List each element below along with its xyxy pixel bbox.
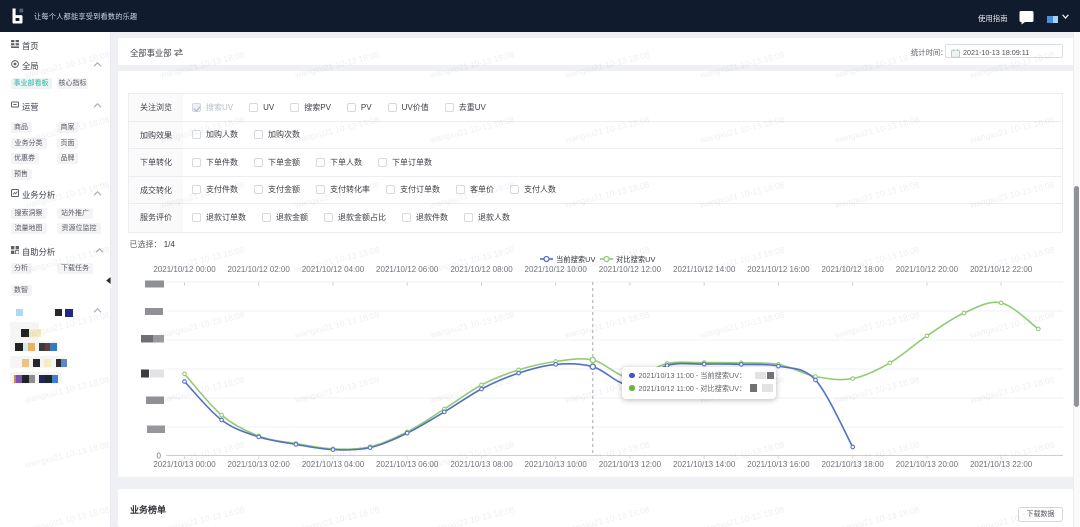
svg-text:2021/10/12 00:00: 2021/10/12 00:00 xyxy=(153,265,216,274)
svg-text:2021/10/13 16:00: 2021/10/13 16:00 xyxy=(747,460,810,469)
svg-text:2021/10/12 18:00: 2021/10/12 18:00 xyxy=(822,265,885,274)
svg-text:2021/10/12 10:00: 2021/10/12 10:00 xyxy=(525,265,588,274)
svg-text:2021/10/12 14:00: 2021/10/12 14:00 xyxy=(673,265,736,274)
svg-text:2021/10/13 00:00: 2021/10/13 00:00 xyxy=(153,460,216,469)
svg-text:2021/10/12 08:00: 2021/10/12 08:00 xyxy=(450,265,513,274)
svg-text:对比搜索UV: 对比搜索UV xyxy=(616,255,655,264)
svg-text:2021/10/13 02:00: 2021/10/13 02:00 xyxy=(228,460,291,469)
svg-text:2021/10/12 06:00: 2021/10/12 06:00 xyxy=(376,265,439,274)
svg-text:2021/10/13 14:00: 2021/10/13 14:00 xyxy=(673,460,736,469)
svg-text:2021/10/12 02:00: 2021/10/12 02:00 xyxy=(228,265,291,274)
svg-text:2021/10/13 10:00: 2021/10/13 10:00 xyxy=(525,460,588,469)
svg-text:2021/10/13 18:00: 2021/10/13 18:00 xyxy=(822,460,885,469)
svg-text:2021/10/12 16:00: 2021/10/12 16:00 xyxy=(747,265,810,274)
svg-text:2021/10/13 22:00: 2021/10/13 22:00 xyxy=(970,460,1033,469)
svg-text:2021/10/12 04:00: 2021/10/12 04:00 xyxy=(302,265,365,274)
svg-text:2021/10/13 12:00: 2021/10/13 12:00 xyxy=(599,460,662,469)
svg-text:2021/10/12 20:00: 2021/10/12 20:00 xyxy=(896,265,959,274)
svg-text:当前搜索UV: 当前搜索UV xyxy=(556,255,595,264)
svg-text:2021/10/13 04:00: 2021/10/13 04:00 xyxy=(302,460,365,469)
svg-text:2021/10/12 12:00: 2021/10/12 12:00 xyxy=(599,265,662,274)
svg-text:2021/10/13 06:00: 2021/10/13 06:00 xyxy=(376,460,439,469)
svg-text:2021/10/13 20:00: 2021/10/13 20:00 xyxy=(896,460,959,469)
svg-text:2021/10/13 08:00: 2021/10/13 08:00 xyxy=(450,460,513,469)
svg-text:2021/10/12 22:00: 2021/10/12 22:00 xyxy=(970,265,1033,274)
